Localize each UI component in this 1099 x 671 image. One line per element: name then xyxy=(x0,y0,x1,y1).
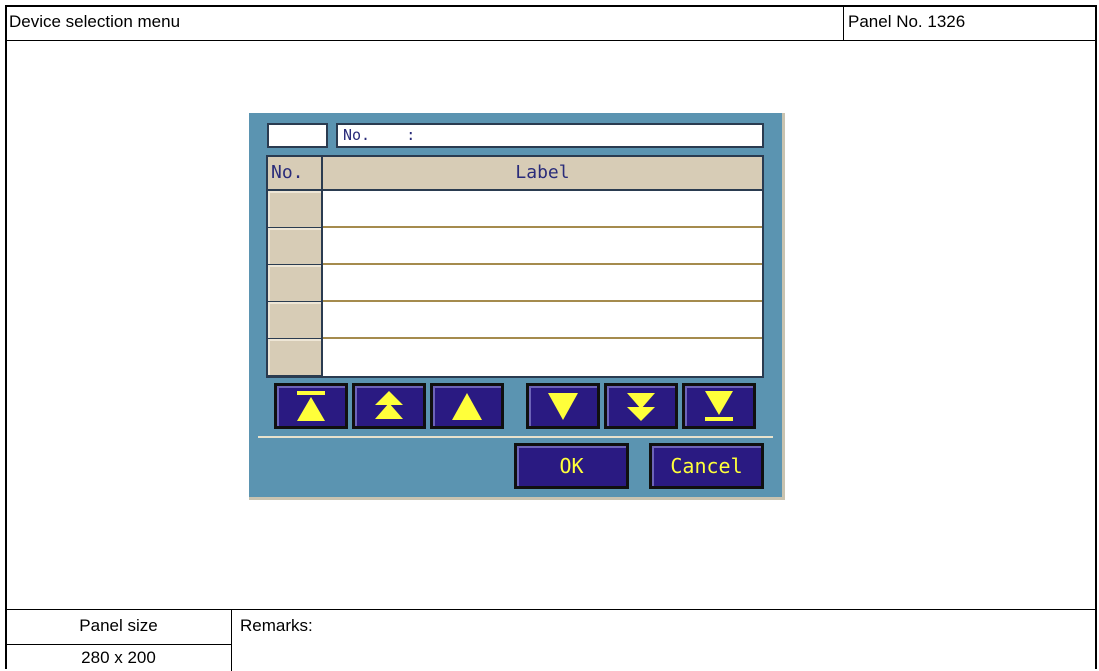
device-type-field[interactable] xyxy=(267,123,328,148)
ok-button[interactable]: OK xyxy=(514,443,629,489)
line-up-button[interactable] xyxy=(430,383,504,429)
double-arrow-up-icon xyxy=(375,391,403,419)
scroll-top-icon xyxy=(297,391,325,421)
row-label-cell xyxy=(323,302,762,339)
table-row[interactable] xyxy=(268,339,762,376)
row-label-cell xyxy=(323,228,762,265)
footer-inner-divider xyxy=(5,644,232,645)
row-number-cell xyxy=(268,302,323,339)
remarks-label: Remarks: xyxy=(240,616,313,635)
arrow-up-icon xyxy=(452,393,482,420)
page-title: Device selection menu xyxy=(9,12,181,31)
header-divider xyxy=(5,40,1097,41)
page-up-button[interactable] xyxy=(352,383,426,429)
scroll-bottom-button[interactable] xyxy=(682,383,756,429)
page-down-button[interactable] xyxy=(604,383,678,429)
row-label-cell xyxy=(323,339,762,376)
panel-size-label: Panel size xyxy=(79,616,158,635)
device-number-field[interactable]: No. : xyxy=(336,123,764,148)
double-arrow-down-icon xyxy=(627,393,655,421)
device-selection-panel: No. : No. Label OK Cancel xyxy=(249,113,785,500)
panel-number: Panel No. 1326 xyxy=(848,12,966,31)
column-header-no: No. xyxy=(268,157,323,191)
row-label-cell xyxy=(323,191,762,228)
line-down-button[interactable] xyxy=(526,383,600,429)
scroll-bottom-icon xyxy=(705,391,733,421)
footer-top-divider xyxy=(5,609,1097,610)
row-number-cell xyxy=(268,228,323,265)
header-column-divider xyxy=(843,5,844,41)
column-header-label: Label xyxy=(323,157,762,191)
panel-size-value: 280 x 200 xyxy=(81,648,156,667)
row-number-cell xyxy=(268,191,323,228)
device-table: No. Label xyxy=(266,155,764,378)
row-number-cell xyxy=(268,339,323,376)
table-row[interactable] xyxy=(268,228,762,265)
row-label-cell xyxy=(323,265,762,302)
scroll-top-button[interactable] xyxy=(274,383,348,429)
row-number-cell xyxy=(268,265,323,302)
arrow-down-icon xyxy=(548,393,578,420)
cancel-button[interactable]: Cancel xyxy=(649,443,764,489)
table-row[interactable] xyxy=(268,191,762,228)
table-row[interactable] xyxy=(268,302,762,339)
table-row[interactable] xyxy=(268,265,762,302)
button-separator xyxy=(258,436,773,438)
